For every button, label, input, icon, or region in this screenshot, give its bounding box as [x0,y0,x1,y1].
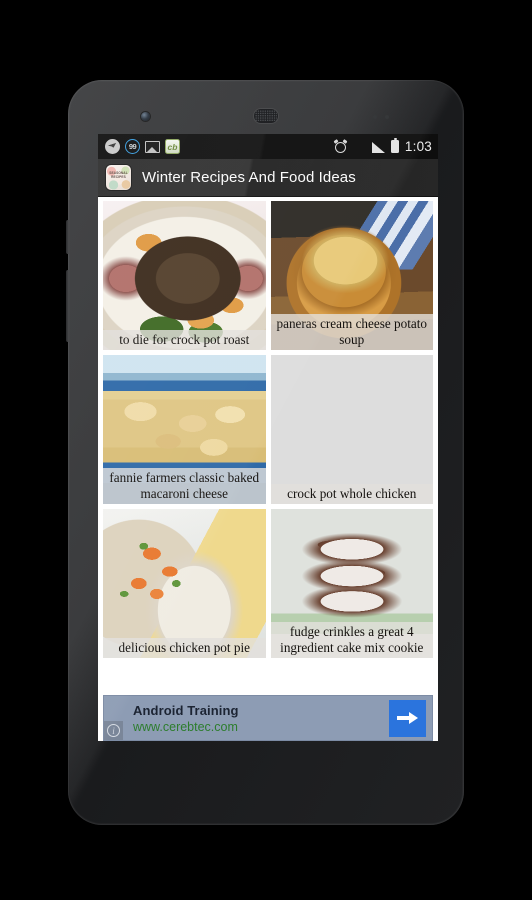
recipe-tile[interactable]: to die for crock pot roast [103,201,266,350]
ad-title: Android Training [133,702,239,718]
cb-app-icon: cb [165,139,180,154]
action-bar: Winter Recipes And Food Ideas [98,159,438,197]
battery-icon [390,138,399,153]
app-launcher-icon[interactable] [106,165,131,190]
recipe-tile[interactable]: crock pot whole chicken [270,355,434,504]
arrow-right-icon [397,712,418,724]
recipe-caption: paneras cream cheese potato soup [270,314,433,350]
recipe-tile[interactable]: paneras cream cheese potato soup [270,201,433,350]
cellular-signal-icon [371,141,386,153]
messenger-icon [105,139,120,154]
light-sensor-icon [385,115,389,119]
recipe-caption: delicious chicken pot pie [103,637,266,658]
status-bar-system-icons: 1:03 [333,138,432,154]
chicken-pot-pie-photo [103,509,266,658]
recipe-caption: fannie farmers classic baked macaroni ch… [103,468,266,504]
pot-roast-photo [103,201,266,350]
photo-icon [145,140,160,153]
recipe-caption: crock pot whole chicken [270,483,433,504]
wifi-icon [352,141,367,153]
status-bar-notifications: 99 cb [105,139,180,154]
proximity-sensor-icon [373,115,377,119]
ad-banner[interactable]: i Android Training www.cerebtec.com [103,695,433,741]
badge-99-icon: 99 [125,139,140,154]
recipe-tile[interactable]: fudge crinkles a great 4 ingredient cake… [270,509,433,658]
recipe-caption: to die for crock pot roast [103,329,266,350]
front-camera-icon [141,112,150,121]
phone-screen: 99 cb 1:03 Winter Recipes And Food [98,134,438,741]
recipe-grid-container[interactable]: to die for crock pot roast paneras cream… [98,197,438,741]
recipe-caption: fudge crinkles a great 4 ingredient cake… [270,622,433,658]
recipe-tile[interactable]: delicious chicken pot pie [103,509,266,658]
phone-device: 99 cb 1:03 Winter Recipes And Food [66,80,464,825]
ad-info-button[interactable]: i [104,721,123,740]
ad-text-block: Android Training www.cerebtec.com [133,702,239,735]
recipe-grid: to die for crock pot roast paneras cream… [103,201,433,658]
status-bar[interactable]: 99 cb 1:03 [98,134,438,159]
earpiece-speaker-icon [254,109,278,123]
power-button[interactable] [66,220,69,254]
page-title: Winter Recipes And Food Ideas [142,169,356,186]
status-bar-clock: 1:03 [404,139,432,154]
recipe-tile[interactable]: fannie farmers classic baked macaroni ch… [103,355,266,504]
whole-chicken-photo [271,355,434,504]
ad-url: www.cerebtec.com [133,719,238,734]
alarm-clock-icon [333,139,348,153]
phone-bezel: 99 cb 1:03 Winter Recipes And Food [70,82,462,823]
volume-button[interactable] [66,270,69,342]
ad-cta-button[interactable] [389,699,426,737]
info-icon: i [107,724,120,737]
